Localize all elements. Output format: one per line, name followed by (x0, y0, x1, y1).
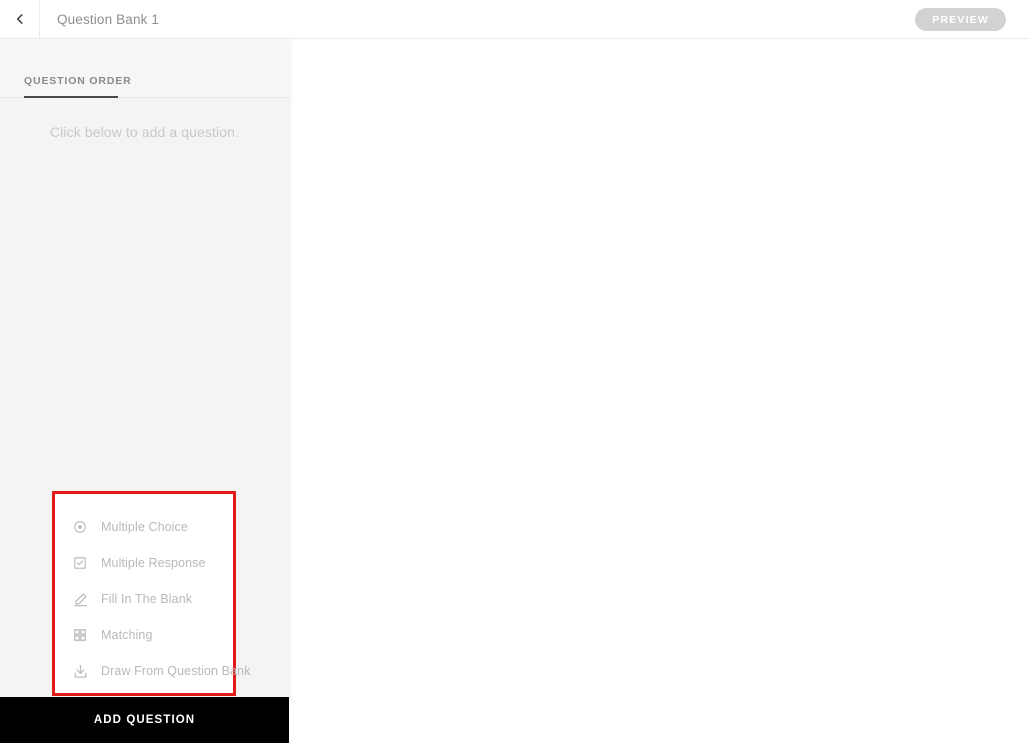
preview-button[interactable]: PREVIEW (915, 8, 1006, 31)
back-button[interactable] (0, 0, 40, 39)
checkbox-checked-icon (71, 554, 89, 572)
menu-item-multiple-response[interactable]: Multiple Response (55, 545, 233, 581)
radio-button-icon (71, 518, 89, 536)
menu-item-label: Matching (101, 628, 153, 642)
page-title: Question Bank 1 (57, 11, 160, 27)
menu-item-draw-from-question-bank[interactable]: Draw From Question Bank (55, 653, 250, 689)
menu-item-multiple-choice[interactable]: Multiple Choice (55, 509, 233, 545)
menu-item-label: Fill In The Blank (101, 592, 193, 606)
sidebar-tab-bar: QUESTION ORDER (0, 39, 289, 98)
menu-item-label: Multiple Choice (101, 520, 188, 534)
menu-item-fill-in-the-blank[interactable]: Fill In The Blank (55, 581, 233, 617)
app-header: Question Bank 1 PREVIEW (0, 0, 1030, 39)
pencil-edit-icon (71, 590, 89, 608)
download-icon (71, 662, 89, 680)
question-type-menu: Multiple Choice Multiple Response Fill I… (52, 491, 250, 696)
sidebar: QUESTION ORDER Click below to add a ques… (0, 39, 289, 743)
chevron-left-icon (13, 12, 27, 26)
tab-active-indicator (24, 96, 118, 98)
main-content-area (289, 39, 1030, 704)
empty-state-hint: Click below to add a question. (50, 124, 239, 140)
menu-item-label: Multiple Response (101, 556, 206, 570)
menu-item-label: Draw From Question Bank (101, 664, 251, 678)
menu-item-matching[interactable]: Matching (55, 617, 233, 653)
grid-four-squares-icon (71, 626, 89, 644)
tab-question-order[interactable]: QUESTION ORDER (24, 75, 132, 87)
question-type-list: Multiple Choice Multiple Response Fill I… (55, 494, 250, 693)
